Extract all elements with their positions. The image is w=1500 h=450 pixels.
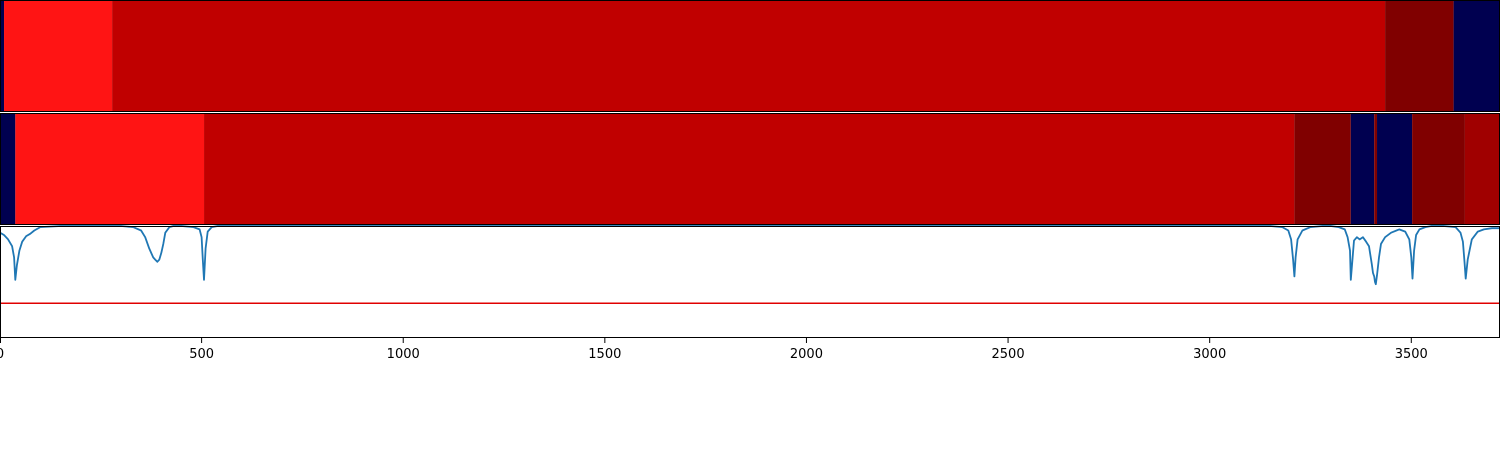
x-tick-label: 1000: [387, 347, 420, 362]
segment-bar-middle-3: [1294, 113, 1351, 225]
segment-bar-middle-0: [0, 113, 16, 225]
x-tick-label: 2000: [790, 347, 823, 362]
x-tick-label: 2500: [992, 347, 1025, 362]
series-line-0: [0, 225, 1500, 286]
segment-bar-middle-panel: [0, 113, 1500, 225]
segment-bar-middle-4: [1350, 113, 1375, 225]
segment-bar-top-4: [1453, 0, 1500, 112]
segment-bar-middle-6: [1377, 113, 1413, 225]
segment-bar-middle-7: [1412, 113, 1465, 225]
x-tick-label: 3000: [1193, 347, 1226, 362]
segment-bar-middle-5: [1374, 113, 1378, 225]
panel-frame: [0, 226, 1500, 338]
line-plot-panel: [0, 225, 1500, 338]
x-axis: 0 500 1000 1500 2000 2500 3000 3500: [0, 338, 1428, 362]
segment-bar-middle-1: [15, 113, 205, 225]
segment-bar-top-panel: [0, 0, 1500, 112]
chart-figure: 0 500 1000 1500 2000 2500 3000 3500: [0, 0, 1500, 362]
segment-bar-middle-2: [204, 113, 1295, 225]
x-tick-label: 3500: [1395, 347, 1428, 362]
x-tick-label: 1500: [588, 347, 621, 362]
segment-bar-top-3: [1385, 0, 1454, 112]
segment-bar-top-1: [4, 0, 113, 112]
segment-bar-top-2: [112, 0, 1386, 112]
x-tick-label: 0: [0, 347, 4, 362]
segment-bar-middle-8: [1464, 113, 1500, 225]
x-tick-label: 500: [189, 347, 214, 362]
